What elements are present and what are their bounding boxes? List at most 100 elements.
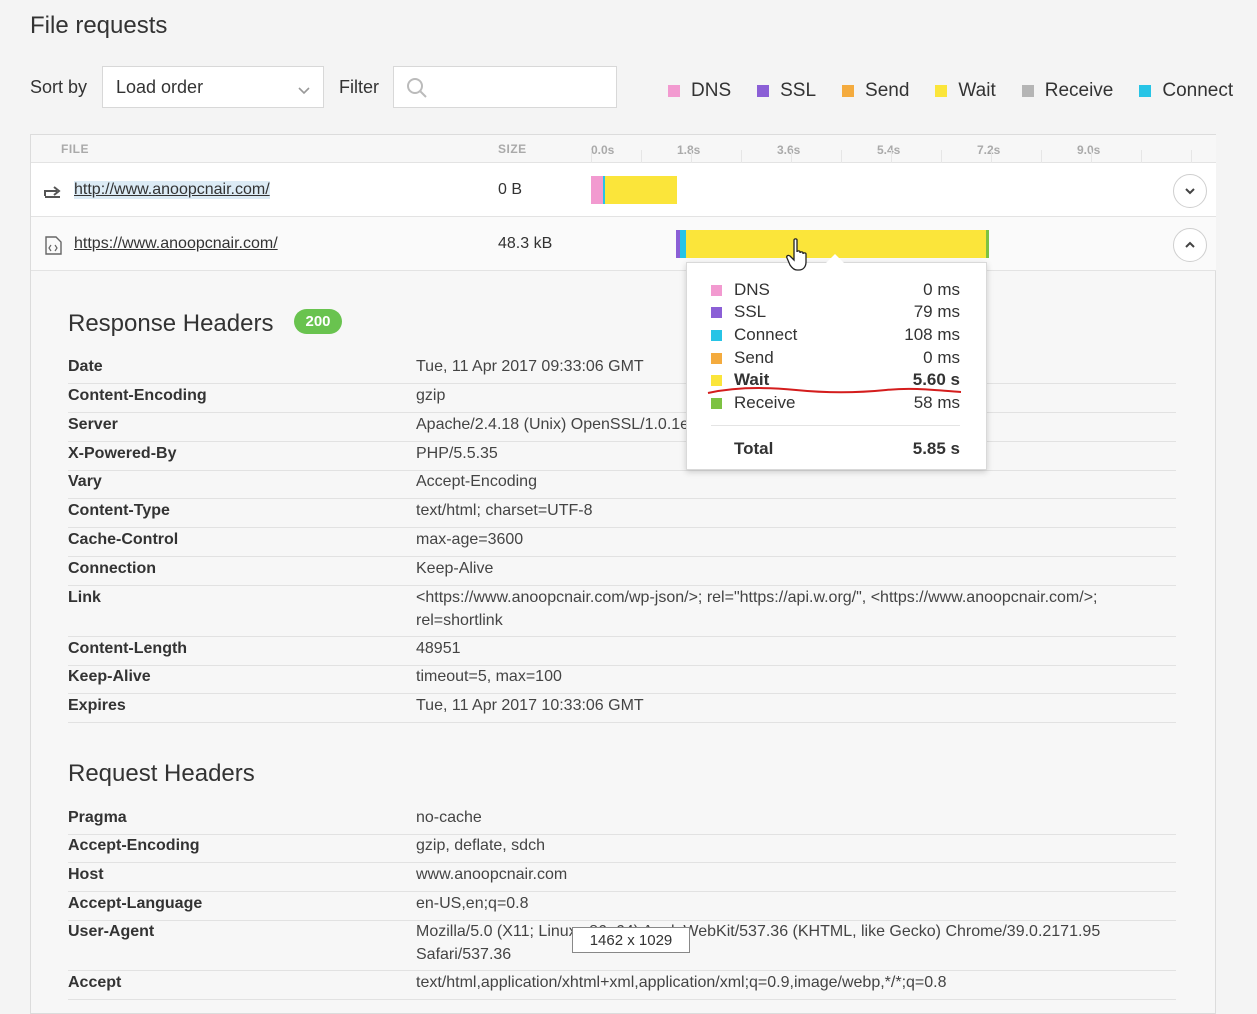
legend: DNS SSL Send Wait Receive Connect (668, 80, 1233, 102)
collapse-row-button[interactable] (1173, 228, 1207, 262)
timing-swatch (711, 353, 722, 364)
header-name: Keep-Alive (68, 668, 151, 685)
header-row: Pragma no-cache (68, 806, 1176, 835)
header-value: Tue, 11 Apr 2017 10:33:06 GMT (416, 697, 644, 714)
file-link[interactable]: http://www.anoopcnair.com/ (74, 181, 270, 199)
header-row: Host www.anoopcnair.com (68, 863, 1176, 892)
sort-label: Sort by (30, 77, 88, 97)
legend-label: SSL (780, 80, 817, 101)
header-row: Accept-Language en-US,en;q=0.8 (68, 892, 1176, 921)
legend-label: DNS (691, 80, 732, 101)
file-link[interactable]: https://www.anoopcnair.com/ (74, 235, 278, 253)
header-name: Connection (68, 560, 156, 577)
timing-swatch (711, 285, 722, 296)
page-title: File requests (30, 12, 168, 39)
timing-swatch (711, 330, 722, 341)
timing-label: Connect (734, 325, 798, 344)
timeline-tick: 0.0s (591, 143, 615, 157)
legend-item: Connect (1139, 80, 1233, 102)
header-value: <https://www.anoopcnair.com/wp-json/>; r… (416, 589, 1098, 629)
timing-value: 0 ms (923, 280, 960, 299)
header-value: text/html; charset=UTF-8 (416, 502, 593, 519)
timing-total: Total 5.85 s (711, 439, 960, 461)
timeline-tick: 1.8s (677, 143, 701, 157)
timeline-tick: 7.2s (977, 143, 1001, 157)
header-row: Server Apache/2.4.18 (Unix) OpenSSL/1.0.1… (68, 413, 1176, 442)
header-value: max-age=3600 (416, 531, 524, 548)
header-name: Pragma (68, 809, 127, 826)
legend-item: Wait (935, 80, 996, 102)
filter-label: Filter (339, 77, 379, 97)
header-name: Accept (68, 974, 122, 991)
header-name: User-Agent (68, 923, 155, 940)
legend-swatch (842, 85, 855, 97)
header-name: Cache-Control (68, 531, 179, 548)
receive-segment (986, 230, 989, 258)
expand-row-button[interactable] (1173, 174, 1207, 208)
header-name: Expires (68, 697, 126, 714)
chevron-down-icon (297, 81, 311, 102)
legend-label: Wait (958, 80, 996, 101)
timeline-tick: 3.6s (777, 143, 801, 157)
header-name: X-Powered-By (68, 445, 177, 462)
timing-value: 0 ms (923, 348, 960, 367)
header-row: X-Powered-By PHP/5.5.35 (68, 442, 1176, 471)
file-size: 0 B (498, 181, 523, 198)
header-row: Accept-Encoding gzip, deflate, sdch (68, 834, 1176, 863)
header-name: Content-Encoding (68, 387, 207, 404)
timing-swatch (711, 398, 722, 409)
timing-total-value: 5.85 s (912, 439, 960, 458)
header-row: Link <https://www.anoopcnair.com/wp-json/… (68, 586, 1176, 637)
header-row: Cache-Control max-age=3600 (68, 528, 1176, 557)
legend-swatch (757, 85, 770, 97)
timeline-tick: 5.4s (877, 143, 901, 157)
header-row: Content-Type text/html; charset=UTF-8 (68, 499, 1176, 528)
html-file-icon (45, 236, 62, 260)
chevron-up-icon (1185, 241, 1195, 248)
size-column-header: SIZE (498, 142, 527, 156)
header-row: Content-Length 48951 (68, 637, 1176, 666)
timing-label: SSL (734, 302, 767, 321)
timing-row: Send 0 ms (711, 348, 960, 370)
legend-swatch (668, 85, 680, 97)
header-value: en-US,en;q=0.8 (416, 895, 529, 912)
legend-item: SSL (757, 80, 816, 102)
header-row: Accept text/html,application/xhtml+xml,ap… (68, 971, 1176, 1000)
table-header (31, 135, 1216, 163)
header-row: Expires Tue, 11 Apr 2017 10:33:06 GMT (68, 694, 1176, 723)
legend-item: DNS (668, 80, 731, 102)
header-name: Date (68, 358, 103, 375)
header-name: Content-Length (68, 640, 188, 657)
screenshot-dimensions-badge: 1462 x 1029 (572, 927, 690, 953)
timing-row: SSL 79 ms (711, 302, 960, 324)
wait-segment (605, 176, 677, 204)
timing-label: DNS (734, 280, 770, 299)
header-name: Link (68, 589, 101, 606)
legend-item: Receive (1021, 80, 1113, 102)
waterfall-bar (591, 176, 677, 204)
timeline-tick: 9.0s (1077, 143, 1101, 157)
status-badge: 200 (294, 309, 342, 334)
timing-row: Connect 108 ms (711, 325, 960, 347)
header-value: text/html,application/xhtml+xml,applicat… (416, 974, 947, 991)
timing-label: Send (734, 348, 774, 367)
header-value: 48951 (416, 640, 461, 657)
sort-select-value: Load order (116, 77, 204, 97)
tooltip-arrow (826, 254, 844, 263)
header-row: Date Tue, 11 Apr 2017 09:33:06 GMT (68, 355, 1176, 384)
chevron-down-icon (1185, 188, 1195, 195)
header-value: Accept-Encoding (416, 473, 537, 490)
file-size: 48.3 kB (498, 235, 553, 252)
legend-label: Connect (1162, 80, 1234, 101)
file-column-header: FILE (61, 142, 89, 156)
header-name: Accept-Language (68, 895, 203, 912)
header-name: Vary (68, 473, 102, 490)
search-icon (406, 77, 428, 104)
header-value: timeout=5, max=100 (416, 668, 562, 685)
legend-label: Send (865, 80, 910, 101)
filter-input[interactable] (393, 66, 617, 108)
header-name: Content-Type (68, 502, 170, 519)
tooltip-divider (711, 425, 960, 426)
response-headers-title: Response Headers (68, 310, 274, 337)
sort-select[interactable]: Load order (102, 66, 324, 108)
